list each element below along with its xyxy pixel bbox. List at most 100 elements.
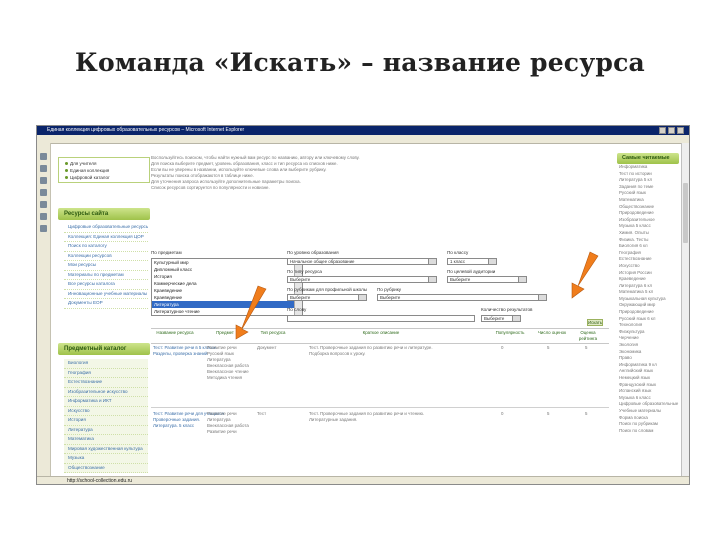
catalog-item[interactable]: Мировая художественная культура: [64, 444, 148, 454]
search-text-input[interactable]: [287, 315, 475, 322]
popular-item[interactable]: Поиск по рубрикам: [617, 421, 679, 428]
popular-item[interactable]: Экономика: [617, 349, 679, 356]
col-description[interactable]: Краткое описание: [331, 330, 431, 336]
favorites-icon[interactable]: [40, 177, 47, 184]
popular-item[interactable]: Тест по истории: [617, 171, 679, 178]
col-subject[interactable]: Предмет: [207, 330, 243, 336]
popular-item[interactable]: Информатика 9 кл: [617, 362, 679, 369]
catalog-item[interactable]: Естествознание: [64, 378, 148, 388]
scrollbar-thumb[interactable]: [683, 183, 688, 243]
profile-select[interactable]: Выберите: [287, 294, 367, 301]
type-select[interactable]: Выберите: [287, 276, 437, 283]
col-title[interactable]: Название ресурса: [155, 330, 195, 336]
history-icon[interactable]: [40, 189, 47, 196]
audience-select[interactable]: Выберите: [447, 276, 527, 283]
subject-option[interactable]: Краеведение: [152, 294, 302, 301]
popular-item[interactable]: Экология: [617, 342, 679, 349]
popular-item[interactable]: История России: [617, 270, 679, 277]
subject-option[interactable]: Литературное чтение: [152, 308, 302, 315]
maximize-button[interactable]: [668, 127, 675, 134]
popular-item[interactable]: Физкультура: [617, 329, 679, 336]
resources-item[interactable]: Коллекции ресурсов: [64, 252, 148, 261]
catalog-item[interactable]: Информатика и ИКТ: [64, 397, 148, 407]
popular-item[interactable]: Учебные материалы: [617, 408, 679, 415]
subject-option[interactable]: Краеведение: [152, 287, 302, 294]
popular-item[interactable]: Русский язык 6 кл: [617, 316, 679, 323]
popular-item[interactable]: Математика: [617, 197, 679, 204]
popular-item[interactable]: Искусство: [617, 263, 679, 270]
resources-item[interactable]: Мои ресурсы: [64, 261, 148, 271]
resources-item[interactable]: Цифровые образовательные ресурсы: [64, 223, 148, 233]
popular-item[interactable]: Информатика: [617, 164, 679, 171]
popular-item[interactable]: Литература 5 кл: [617, 177, 679, 184]
class-select[interactable]: 1 класс: [447, 258, 497, 265]
popular-item[interactable]: Музыка 6 класс: [617, 395, 679, 402]
catalog-item[interactable]: Математика: [64, 435, 148, 445]
popular-item[interactable]: Цифровые образовательные: [617, 401, 679, 408]
catalog-item[interactable]: Искусство: [64, 406, 148, 416]
level-select[interactable]: Начальное общее образование: [287, 258, 437, 265]
popular-item[interactable]: Музыка 5 класс: [617, 223, 679, 230]
popular-item[interactable]: Окружающий мир: [617, 302, 679, 309]
rubric-select[interactable]: Выберите: [377, 294, 547, 301]
option-catalog[interactable]: Цифровой каталог: [59, 174, 149, 181]
popular-item[interactable]: Математика 5 кл: [617, 289, 679, 296]
resources-item[interactable]: Инновационные учебные материалы: [64, 290, 148, 299]
settings-icon[interactable]: [40, 225, 47, 232]
col-popularity[interactable]: Популярность: [485, 330, 535, 336]
col-rating[interactable]: Оценка рейтинга: [571, 330, 605, 341]
count-select[interactable]: Выберите: [481, 315, 521, 322]
mail-icon[interactable]: [40, 213, 47, 220]
catalog-item[interactable]: География: [64, 368, 148, 378]
catalog-item[interactable]: Изобразительное искусство: [64, 387, 148, 397]
resources-item[interactable]: Все ресурсы каталога: [64, 280, 148, 290]
subject-option[interactable]: История: [152, 273, 302, 280]
popular-item[interactable]: Литература 6 кл: [617, 283, 679, 290]
popular-item[interactable]: Обществознание: [617, 204, 679, 211]
back-icon[interactable]: [40, 153, 47, 160]
catalog-item[interactable]: Музыка: [64, 454, 148, 464]
page-scrollbar[interactable]: [681, 143, 689, 476]
search-button[interactable]: Искать: [587, 319, 603, 326]
popular-item[interactable]: Естествознание: [617, 256, 679, 263]
popular-item[interactable]: Биология 6 кл: [617, 243, 679, 250]
popular-item[interactable]: Физика. Тесты: [617, 237, 679, 244]
popular-item[interactable]: Краеведение: [617, 276, 679, 283]
popular-item[interactable]: Форма поиска: [617, 415, 679, 422]
subject-listbox[interactable]: Культурный мир Дипломный класс История К…: [151, 258, 303, 316]
col-type[interactable]: Тип ресурса: [255, 330, 291, 336]
close-button[interactable]: [677, 127, 684, 134]
popular-item[interactable]: Технология: [617, 322, 679, 329]
popular-item[interactable]: Задания по теме: [617, 184, 679, 191]
home-icon[interactable]: [40, 165, 47, 172]
popular-item[interactable]: Изобразительное: [617, 217, 679, 224]
subject-option[interactable]: Дипломный класс: [152, 266, 302, 273]
resources-item[interactable]: Коллекция: Единая коллекция ЦОР: [64, 233, 148, 242]
popular-item[interactable]: Право: [617, 355, 679, 362]
popular-item[interactable]: География: [617, 250, 679, 257]
resources-item[interactable]: Материалы по предметам: [64, 271, 148, 280]
popular-item[interactable]: Английский язык: [617, 368, 679, 375]
popular-item[interactable]: Музыкальная культура: [617, 296, 679, 303]
catalog-item[interactable]: История: [64, 416, 148, 426]
popular-item[interactable]: Химия. Опыты: [617, 230, 679, 237]
popular-item[interactable]: Природоведение: [617, 309, 679, 316]
catalog-item[interactable]: Литература: [64, 425, 148, 435]
popular-item[interactable]: Черчение: [617, 335, 679, 342]
minimize-button[interactable]: [659, 127, 666, 134]
popular-item[interactable]: Природоведение: [617, 210, 679, 217]
option-teacher[interactable]: Для учителя: [59, 160, 149, 167]
option-collection[interactable]: Единая коллекция: [59, 167, 149, 174]
resources-item[interactable]: Поиск по каталогу: [64, 242, 148, 252]
resources-item[interactable]: Документы ЕОР: [64, 299, 148, 309]
catalog-item[interactable]: Биология: [64, 359, 148, 369]
subject-option[interactable]: Культурный мир: [152, 259, 302, 266]
subject-option[interactable]: Коммерческие дела: [152, 280, 302, 287]
catalog-item[interactable]: Обществознание: [64, 463, 148, 473]
popular-item[interactable]: Испанский язык: [617, 388, 679, 395]
popular-item[interactable]: Поиск по словам: [617, 428, 679, 435]
popular-item[interactable]: Русский язык: [617, 190, 679, 197]
col-votes[interactable]: Число оценок: [537, 330, 567, 336]
popular-item[interactable]: Французский язык: [617, 382, 679, 389]
popular-item[interactable]: Немецкий язык: [617, 375, 679, 382]
